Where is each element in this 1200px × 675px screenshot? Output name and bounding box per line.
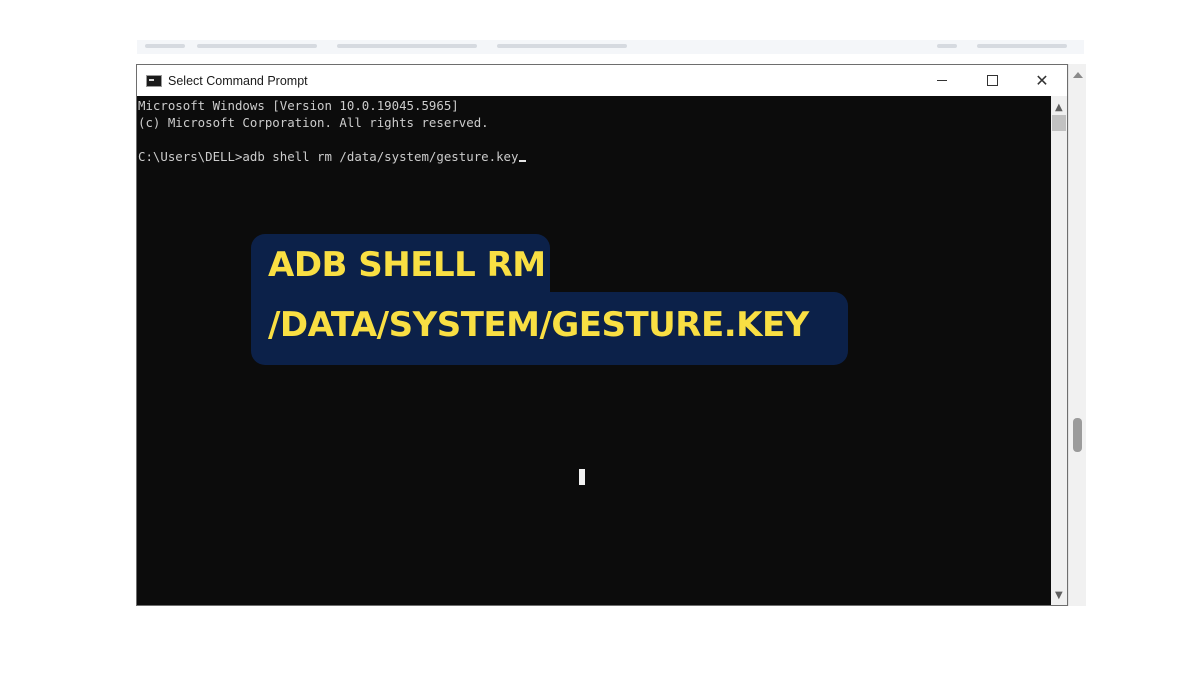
caption-line-1: ADB SHELL RM	[268, 245, 546, 285]
console-command-line[interactable]: C:\Users\DELL>adb shell rm /data/system/…	[138, 149, 527, 164]
command-caption-overlay: ADB SHELL RM /DATA/SYSTEM/GESTURE.KEY	[251, 234, 848, 365]
page-scroll-up-icon[interactable]	[1073, 72, 1083, 78]
window-title: Select Command Prompt	[168, 73, 308, 88]
maximize-button[interactable]	[967, 65, 1017, 96]
page-scroll-thumb[interactable]	[1073, 418, 1082, 452]
close-icon: ✕	[1035, 70, 1049, 90]
minimize-icon	[937, 80, 947, 81]
title-bar[interactable]: Select Command Prompt ✕	[137, 65, 1067, 96]
page-scrollbar[interactable]	[1068, 64, 1086, 606]
screenshot-stage: Select Command Prompt ✕ Microsoft Window…	[0, 0, 1200, 675]
window-controls: ✕	[917, 65, 1067, 96]
close-button[interactable]: ✕	[1017, 65, 1067, 96]
scroll-down-icon[interactable]: ▼	[1055, 590, 1063, 601]
maximize-icon	[986, 75, 998, 86]
console-line-version: Microsoft Windows [Version 10.0.19045.59…	[138, 98, 459, 113]
background-taskbar-strip	[137, 40, 1084, 54]
minimize-button[interactable]	[917, 65, 967, 96]
cmd-app-icon	[146, 74, 162, 87]
console-command-text: C:\Users\DELL>adb shell rm /data/system/…	[138, 149, 519, 164]
console-line-copyright: (c) Microsoft Corporation. All rights re…	[138, 115, 489, 130]
mouse-ibeam-cursor	[579, 469, 585, 485]
console-scroll-thumb[interactable]	[1052, 115, 1066, 131]
caption-line-2: /DATA/SYSTEM/GESTURE.KEY	[268, 305, 809, 345]
text-cursor	[519, 160, 527, 162]
scroll-up-icon[interactable]: ▲	[1055, 102, 1063, 113]
console-scrollbar[interactable]: ▲ ▼	[1051, 96, 1067, 605]
